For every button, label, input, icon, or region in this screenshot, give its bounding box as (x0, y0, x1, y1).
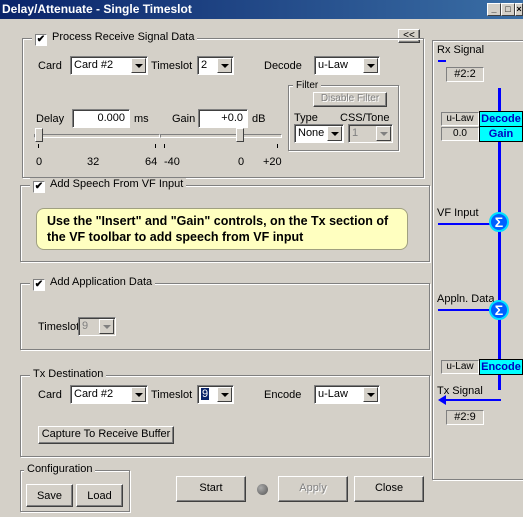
app-timeslot-label: Timeslot (38, 321, 80, 333)
css-tone-label: CSS/Tone (340, 112, 390, 124)
card-label: Card (38, 60, 62, 72)
type-label: Type (294, 112, 318, 124)
timeslot-select-value: 2 (201, 59, 208, 71)
disable-filter-button[interactable]: Disable Filter (313, 92, 387, 107)
status-led-icon (257, 484, 268, 495)
delay-tick-label: 0 (36, 156, 43, 168)
speech-info-message: Use the "Insert" and "Gain" controls, on… (36, 208, 408, 250)
load-button[interactable]: Load (76, 484, 123, 507)
window-title: Delay/Attenuate - Single Timeslot (2, 2, 192, 16)
chevron-down-icon (131, 58, 146, 73)
chevron-down-icon (217, 58, 232, 73)
encode-select[interactable]: u-Law (314, 385, 380, 404)
filter-label: Filter (293, 80, 322, 91)
rx-signal-label: Rx Signal (437, 44, 485, 56)
gain-tick-mark (277, 144, 278, 148)
application-group-header: ✔ Add Application Data (30, 276, 156, 291)
encode-law-value: u-Law (441, 360, 479, 374)
close-button[interactable]: Close (354, 476, 424, 502)
application-group-label: Add Application Data (50, 276, 153, 288)
receive-group-header: ✔ Process Receive Signal Data (32, 31, 198, 46)
chevron-down-icon (363, 58, 378, 73)
start-button[interactable]: Start (176, 476, 246, 502)
card-select[interactable]: Card #2 (70, 56, 148, 75)
delay-tick-label: 64 (145, 156, 158, 168)
decode-select[interactable]: u-Law (314, 56, 380, 75)
appln-data-label: Appln. Data (437, 293, 495, 305)
tx-card-label: Card (38, 389, 62, 401)
app-timeslot-value: 9 (82, 320, 89, 332)
tx-arrow-icon (438, 395, 446, 405)
window-titlebar: Delay/Attenuate - Single Timeslot (0, 0, 523, 19)
gain-slider[interactable] (160, 124, 282, 158)
card-select-value: Card #2 (74, 59, 114, 71)
tx-timeslot-label: Timeslot (151, 389, 193, 401)
decode-box: Decode (479, 111, 523, 127)
gain-tick-mark (164, 144, 165, 148)
decode-law-value: u-Law (441, 112, 479, 126)
delay-slider-track (34, 134, 160, 138)
css-tone-select[interactable]: 1 (348, 124, 393, 143)
tx-signal-value: #2:9 (446, 410, 484, 425)
chevron-down-icon (99, 319, 114, 334)
close-window-button[interactable]: × (515, 3, 523, 16)
decode-select-value: u-Law (318, 59, 348, 71)
app-timeslot-select[interactable]: 9 (78, 317, 116, 336)
gain-box: Gain (479, 126, 523, 142)
gain-tick-label: +20 (263, 156, 282, 168)
gain-tick-label: 0 (238, 156, 245, 168)
delay-slider-thumb[interactable] (35, 128, 43, 142)
encode-label: Encode (264, 389, 302, 401)
tx-timeslot-select[interactable]: 9 (197, 385, 234, 404)
timeslot-select[interactable]: 2 (197, 56, 234, 75)
configuration-label: Configuration (24, 463, 96, 475)
timeslot-label: Timeslot (151, 60, 193, 72)
type-select[interactable]: None (294, 124, 344, 143)
capture-to-receive-buffer-button[interactable]: Capture To Receive Buffer (38, 426, 174, 444)
speech-checkbox[interactable]: ✔ (33, 181, 45, 193)
decode-label: Decode (264, 60, 302, 72)
rx-signal-arrow (438, 60, 446, 62)
tx-signal-line (446, 399, 501, 401)
sum-icon: Σ (489, 212, 509, 232)
speech-group-label: Add Speech From VF Input (50, 178, 184, 190)
delay-tick-mark (155, 144, 156, 148)
tx-card-value: Card #2 (74, 388, 114, 400)
tx-card-select[interactable]: Card #2 (70, 385, 148, 404)
receive-group-label: Process Receive Signal Data (52, 31, 195, 43)
gain-slider-thumb[interactable] (236, 128, 245, 142)
sum-icon: Σ (489, 300, 509, 320)
delay-tick-mark (38, 144, 39, 148)
chevron-down-icon (327, 126, 342, 141)
vf-input-label: VF Input (437, 207, 479, 219)
gain-slider-track (160, 134, 282, 138)
application-checkbox[interactable]: ✔ (33, 279, 45, 291)
vf-input-line (438, 223, 490, 225)
gain-tick-label: -40 (164, 156, 180, 168)
chevron-down-icon (363, 387, 378, 402)
delay-tick-label: 32 (87, 156, 100, 168)
minimize-button[interactable]: _ (487, 3, 501, 16)
receive-checkbox[interactable]: ✔ (35, 34, 47, 46)
chevron-down-icon (217, 387, 232, 402)
maximize-button[interactable]: □ (501, 3, 515, 16)
save-button[interactable]: Save (26, 484, 73, 507)
appln-data-line (438, 309, 490, 311)
chevron-down-icon (131, 387, 146, 402)
rx-signal-value: #2:2 (446, 67, 484, 82)
tx-destination-label: Tx Destination (30, 368, 107, 380)
gain-diagram-value: 0.0 (441, 127, 479, 141)
type-select-value: None (298, 127, 325, 139)
apply-button[interactable]: Apply (278, 476, 348, 502)
chevron-down-icon (376, 126, 391, 141)
encode-box: Encode (479, 359, 523, 375)
delay-slider[interactable] (34, 124, 160, 158)
speech-group-header: ✔ Add Speech From VF Input (30, 178, 187, 193)
tx-timeslot-value: 9 (201, 388, 210, 400)
css-tone-select-value: 1 (352, 127, 359, 139)
encode-select-value: u-Law (318, 388, 348, 400)
